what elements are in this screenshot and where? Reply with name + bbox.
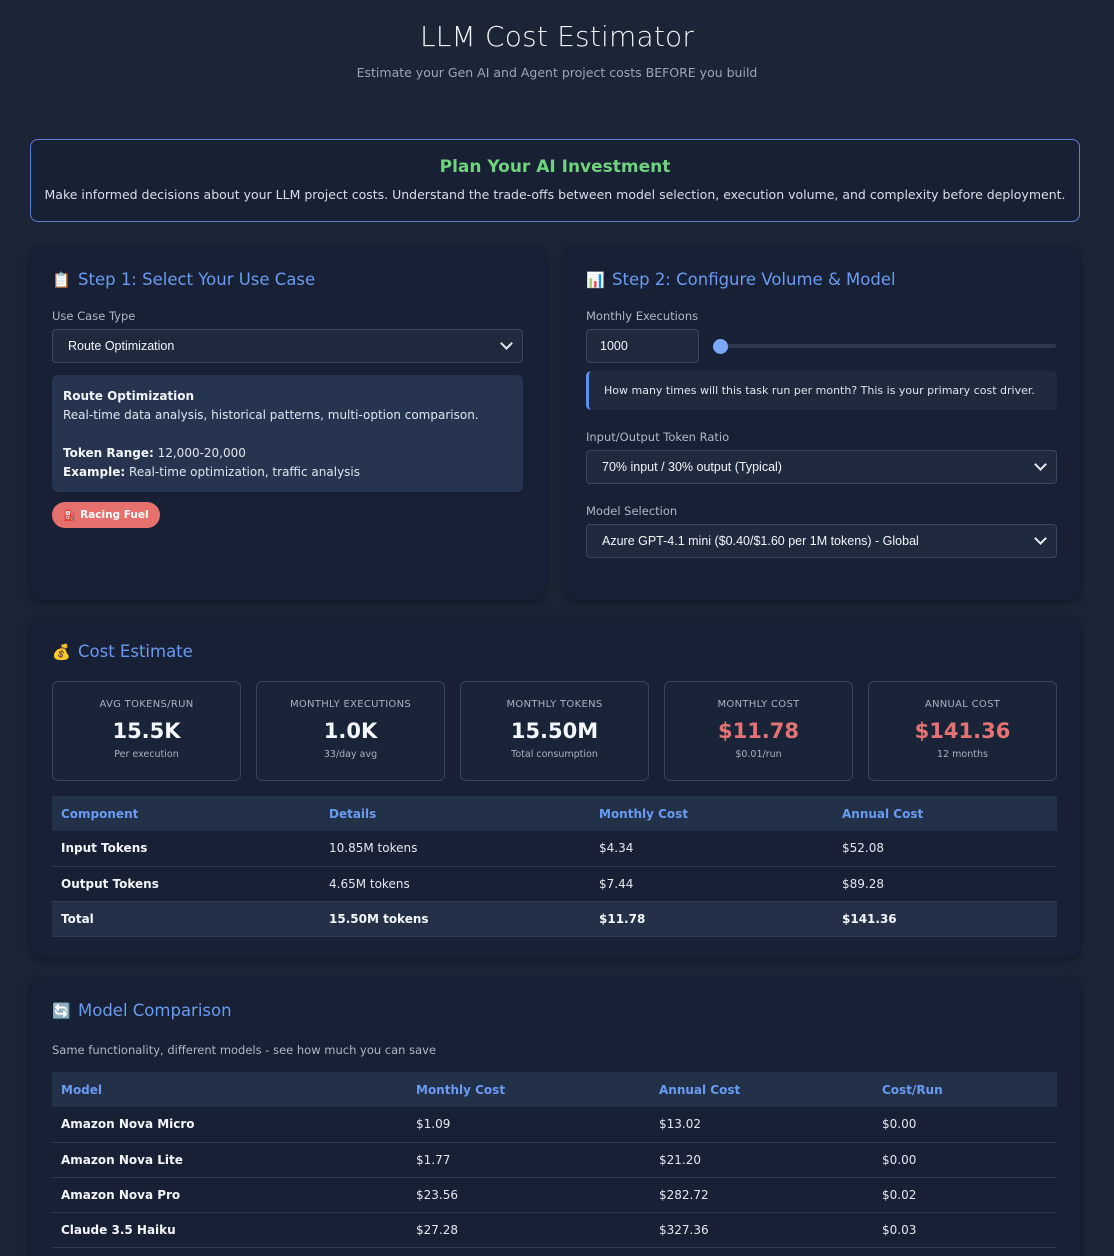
column-header: Monthly Cost: [407, 1072, 650, 1107]
table-row: Input Tokens 10.85M tokens $4.34 $52.08: [52, 831, 1057, 867]
model-comparison-subtitle: Same functionality, different models - s…: [52, 1043, 437, 1057]
executions-slider[interactable]: [713, 344, 1056, 348]
model-label: Model Selection: [586, 504, 678, 518]
step2-title-text: Step 2: Configure Volume & Model: [612, 270, 896, 289]
slider-handle[interactable]: [713, 339, 728, 354]
cost-estimate-title: 💰 Cost Estimate: [52, 642, 193, 661]
step2-title: 📊 Step 2: Configure Volume & Model: [586, 270, 896, 289]
page-header: LLM Cost Estimator Estimate your Gen AI …: [0, 0, 1114, 120]
fuel-pump-icon: ⛽: [63, 509, 77, 522]
token-range-line: Token Range: 12,000-20,000: [63, 446, 246, 460]
column-header: Monthly Cost: [590, 796, 833, 831]
step1-title: 📋 Step 1: Select Your Use Case: [52, 270, 315, 289]
intro-banner: Plan Your AI Investment Make informed de…: [30, 139, 1080, 222]
chevron-down-icon: [500, 337, 513, 350]
use-case-selected-value: Route Optimization: [68, 339, 175, 353]
table-row: Amazon Nova Pro $23.56 $282.72 $0.02: [52, 1177, 1057, 1213]
column-header: Cost/Run: [873, 1072, 1057, 1107]
model-comparison-card: 🔄 Model Comparison Same functionality, d…: [30, 977, 1080, 1256]
stat-annual-cost: ANNUAL COST $141.36 12 months: [868, 681, 1057, 781]
step1-title-text: Step 1: Select Your Use Case: [78, 270, 316, 289]
banner-title: Plan Your AI Investment: [439, 157, 671, 177]
chevron-down-icon: [1034, 532, 1047, 545]
step1-card: 📋 Step 1: Select Your Use Case Use Case …: [30, 246, 546, 600]
stat-avg-tokens: AVG TOKENS/RUN 15.5K Per execution: [52, 681, 241, 781]
cost-breakdown-table: Component Details Monthly Cost Annual Co…: [52, 796, 1057, 937]
stat-monthly-executions: MONTHLY EXECUTIONS 1.0K 33/day avg: [256, 681, 445, 781]
executions-hint: How many times will this task run per mo…: [586, 371, 1057, 410]
page-subtitle: Estimate your Gen AI and Agent project c…: [356, 65, 758, 80]
banner-text: Make informed decisions about your LLM p…: [44, 187, 1066, 202]
use-case-select[interactable]: Route Optimization: [52, 329, 523, 363]
page-title: LLM Cost Estimator: [419, 20, 695, 53]
money-bag-icon: 💰: [52, 642, 71, 661]
ratio-selected-value: 70% input / 30% output (Typical): [602, 460, 782, 474]
use-case-info-name: Route Optimization: [63, 389, 195, 403]
stat-monthly-tokens: MONTHLY TOKENS 15.50M Total consumption: [460, 681, 649, 781]
table-total-row: Total 15.50M tokens $11.78 $141.36: [52, 901, 1057, 937]
use-case-label: Use Case Type: [52, 309, 136, 323]
badge-label: Racing Fuel: [80, 509, 149, 521]
column-header: Annual Cost: [650, 1072, 873, 1107]
step2-card: 📊 Step 2: Configure Volume & Model Month…: [564, 246, 1080, 600]
cost-estimate-card: 💰 Cost Estimate AVG TOKENS/RUN 15.5K Per…: [30, 618, 1080, 958]
model-select[interactable]: Azure GPT-4.1 mini ($0.40/$1.60 per 1M t…: [586, 524, 1057, 558]
table-row: Amazon Nova Lite $1.77 $21.20 $0.00: [52, 1142, 1057, 1178]
ratio-label: Input/Output Token Ratio: [586, 430, 730, 444]
executions-label: Monthly Executions: [586, 309, 699, 323]
column-header: Annual Cost: [833, 796, 1057, 831]
model-comparison-title-text: Model Comparison: [78, 1001, 232, 1020]
column-header: Model: [52, 1072, 407, 1107]
use-case-info-description: Real-time data analysis, historical patt…: [63, 408, 479, 422]
model-comparison-title: 🔄 Model Comparison: [52, 1001, 232, 1020]
stat-monthly-cost: MONTHLY COST $11.78 $0.01/run: [664, 681, 853, 781]
column-header: Details: [320, 796, 590, 831]
clipboard-icon: 📋: [52, 270, 71, 289]
model-selected-value: Azure GPT-4.1 mini ($0.40/$1.60 per 1M t…: [602, 534, 919, 548]
ratio-select[interactable]: 70% input / 30% output (Typical): [586, 450, 1057, 484]
table-row: Amazon Nova Micro $1.09 $13.02 $0.00: [52, 1107, 1057, 1143]
executions-input[interactable]: 1000: [586, 329, 699, 363]
use-case-info-box: Route Optimization Real-time data analys…: [52, 375, 523, 492]
model-comparison-table: Model Monthly Cost Annual Cost Cost/Run …: [52, 1072, 1057, 1248]
chevron-down-icon: [1034, 458, 1047, 471]
cycle-arrows-icon: 🔄: [52, 1001, 71, 1020]
table-row: Output Tokens 4.65M tokens $7.44 $89.28: [52, 866, 1057, 902]
table-row: Claude 3.5 Haiku $27.28 $327.36 $0.03: [52, 1212, 1057, 1248]
table-header-row: Model Monthly Cost Annual Cost Cost/Run: [52, 1072, 1057, 1107]
column-header: Component: [52, 796, 320, 831]
racing-fuel-badge: ⛽ Racing Fuel: [52, 502, 160, 528]
example-line: Example: Real-time optimization, traffic…: [63, 465, 361, 479]
cost-estimate-title-text: Cost Estimate: [78, 642, 193, 661]
chart-icon: 📊: [586, 270, 605, 289]
table-header-row: Component Details Monthly Cost Annual Co…: [52, 796, 1057, 831]
